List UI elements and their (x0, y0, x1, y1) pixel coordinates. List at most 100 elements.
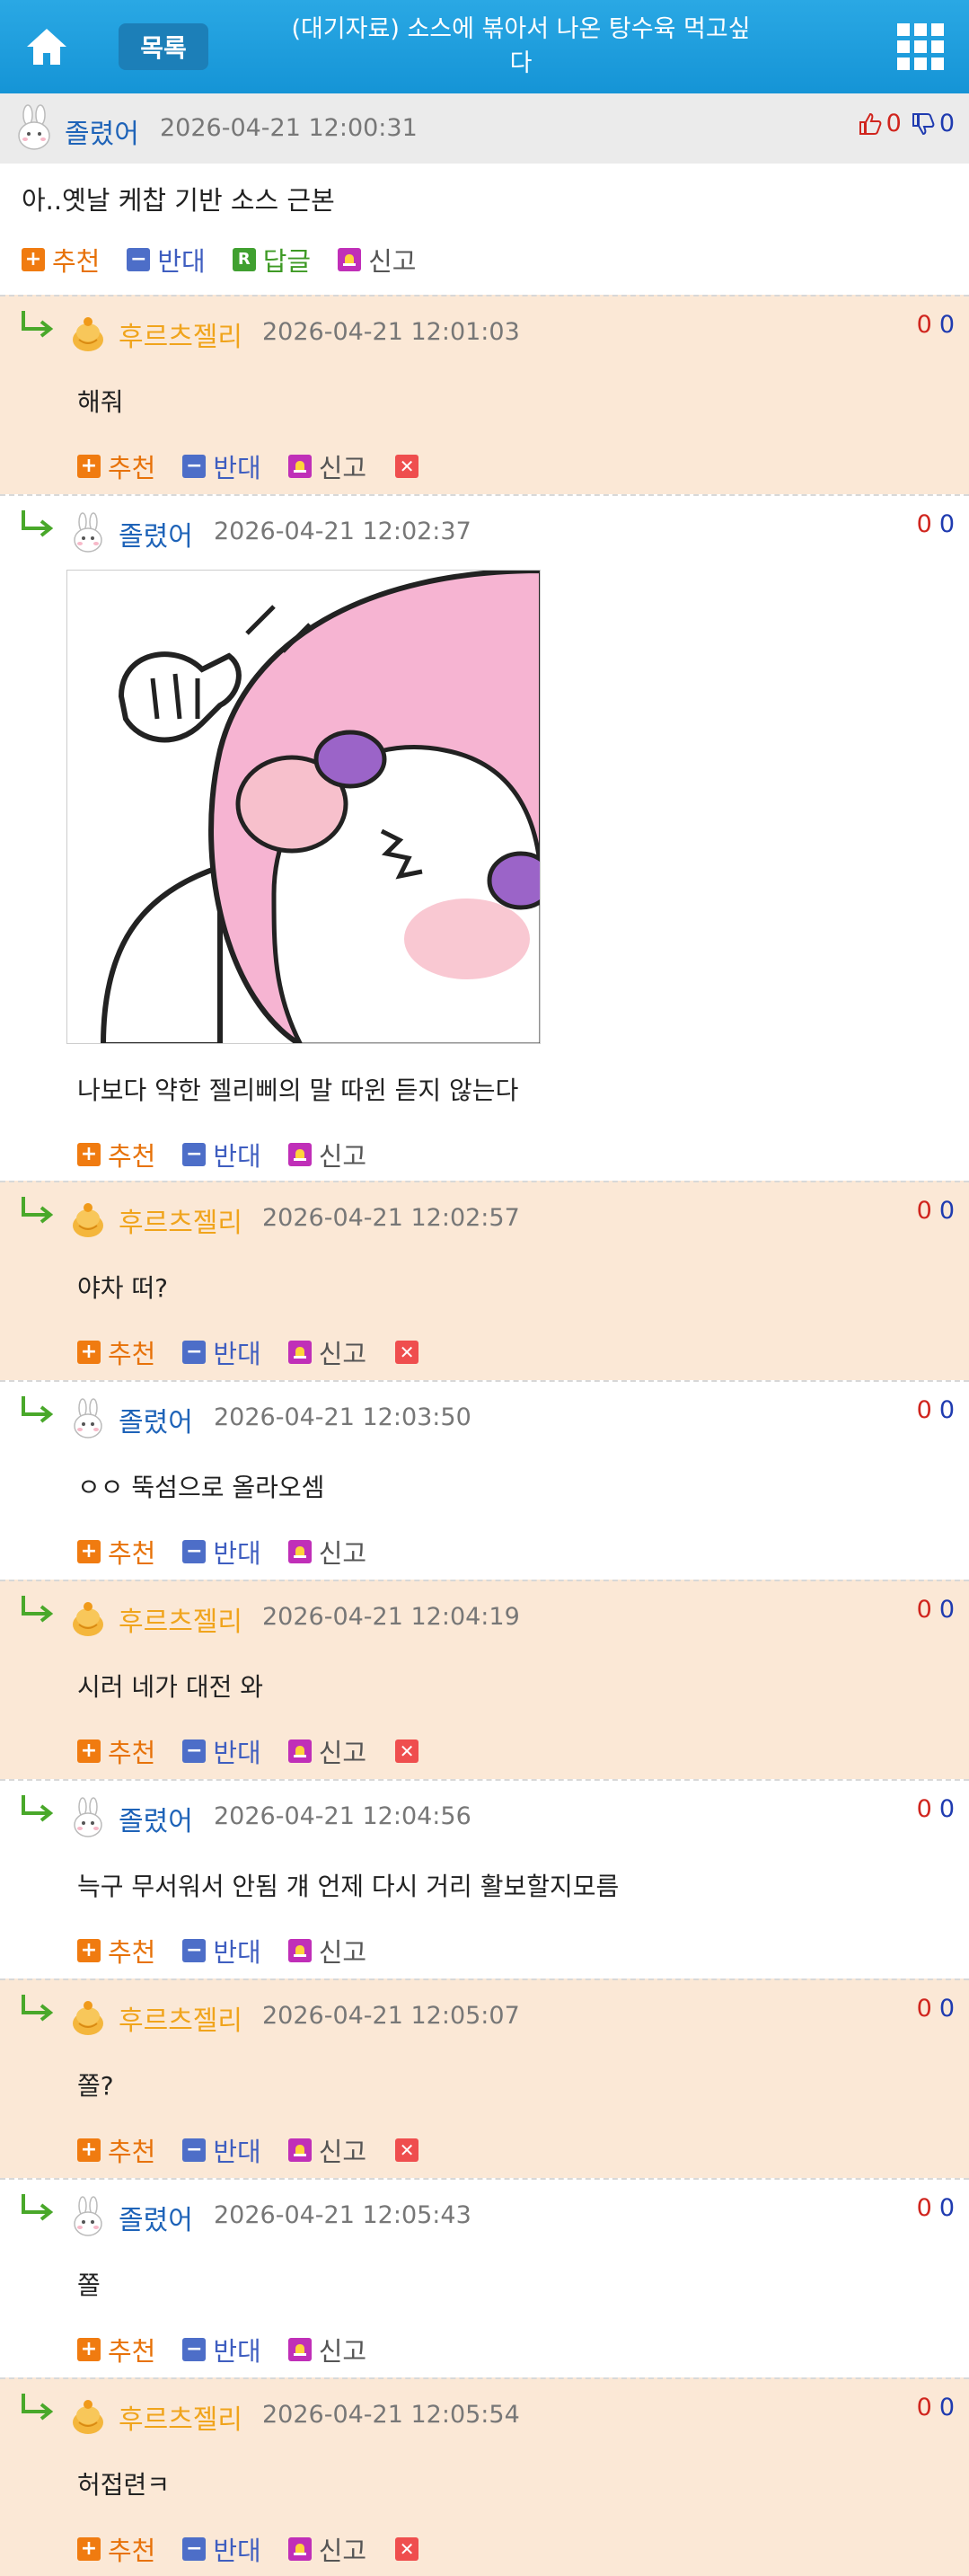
recommend-button[interactable]: + 추천 (77, 1932, 155, 1970)
comment-text: 시러 네가 대전 와 (77, 1672, 264, 1702)
comment-sticker (66, 570, 541, 1044)
oppose-button[interactable]: − 반대 (127, 241, 206, 279)
comment-down-count[interactable]: 0 (939, 2394, 955, 2421)
report-button[interactable]: 신고 (287, 1533, 366, 1571)
bunny-avatar-icon (74, 2196, 102, 2236)
comment-up-count[interactable]: 0 (917, 1197, 932, 1225)
comment-item: 후르츠젤리 2026-04-21 12:01:03 00 해줘 + 추천 − 반… (0, 295, 969, 494)
report-button[interactable]: 신고 (287, 1333, 366, 1371)
comment-up-count[interactable]: 0 (917, 2394, 932, 2421)
recommend-button[interactable]: + 추천 (77, 1732, 155, 1770)
recommend-button[interactable]: + 추천 (77, 2331, 155, 2368)
report-icon (287, 2537, 312, 2561)
recommend-button[interactable]: + 추천 (77, 2530, 155, 2568)
jelly-avatar-icon (73, 1602, 103, 1636)
comment-nickname[interactable]: 후르츠젤리 (119, 1599, 242, 1639)
recommend-button[interactable]: + 추천 (77, 1533, 155, 1571)
comment-up-count[interactable]: 0 (917, 1396, 932, 1424)
comment-up-count[interactable]: 0 (917, 1795, 932, 1823)
comment-down-count[interactable]: 0 (939, 510, 955, 538)
oppose-button[interactable]: − 반대 (182, 1732, 261, 1770)
recommend-button[interactable]: + 추천 (77, 1333, 155, 1371)
comment-time: 2026-04-21 12:05:43 (214, 2201, 471, 2229)
thumbs-down-icon[interactable] (911, 111, 936, 137)
oppose-button[interactable]: − 반대 (182, 1136, 261, 1173)
comment-item: 졸렸어 2026-04-21 12:03:50 00 ㅇㅇ 뚝섬으로 올라오셈 … (0, 1380, 969, 1580)
oppose-button[interactable]: − 반대 (182, 2331, 261, 2368)
home-icon[interactable] (23, 23, 70, 70)
comment-item: 후르츠젤리 2026-04-21 12:02:57 00 야차 떠? + 추천 … (0, 1181, 969, 1380)
comment-nickname[interactable]: 후르츠젤리 (119, 1998, 242, 2038)
comment-up-count[interactable]: 0 (917, 1596, 932, 1624)
oppose-button[interactable]: − 반대 (182, 1333, 261, 1371)
report-button[interactable]: 신고 (287, 1732, 366, 1770)
comment-nickname[interactable]: 졸렸어 (119, 514, 193, 553)
report-button[interactable]: 신고 (338, 241, 417, 279)
recommend-button[interactable]: + 추천 (77, 1136, 155, 1173)
top-bar: 목록 (대기자료) 소스에 볶아서 나온 탕수육 먹고싶 다 (0, 0, 969, 93)
post-text: 아..옛날 케찹 기반 소스 근본 (22, 185, 335, 216)
oppose-button[interactable]: − 반대 (182, 1533, 261, 1571)
comment-nickname[interactable]: 졸렸어 (119, 2198, 193, 2237)
delete-icon[interactable]: ✕ (395, 1341, 419, 1364)
report-button[interactable]: 신고 (287, 1932, 366, 1970)
delete-icon[interactable]: ✕ (395, 455, 419, 478)
comment-text: 쫄 (77, 2271, 101, 2300)
oppose-button[interactable]: − 반대 (182, 1932, 261, 1970)
list-button[interactable]: 목록 (119, 23, 208, 70)
comment-nickname[interactable]: 후르츠젤리 (119, 314, 242, 354)
comment-nickname[interactable]: 졸렸어 (119, 1799, 193, 1838)
recommend-button[interactable]: + 추천 (22, 241, 100, 279)
comment-nickname[interactable]: 후르츠젤리 (119, 1200, 242, 1240)
comment-time: 2026-04-21 12:03:50 (214, 1403, 471, 1431)
delete-icon[interactable]: ✕ (395, 2138, 419, 2162)
comment-votes: 00 (917, 2394, 955, 2421)
comment-votes: 00 (917, 510, 955, 538)
author-nickname[interactable]: 졸렸어 (65, 111, 139, 151)
reply-arrow-icon (22, 2394, 54, 2421)
comment-down-count[interactable]: 0 (939, 311, 955, 339)
comment-down-count[interactable]: 0 (939, 1396, 955, 1424)
oppose-button[interactable]: − 반대 (182, 2530, 261, 2568)
comment-up-count[interactable]: 0 (917, 510, 932, 538)
report-button[interactable]: 신고 (287, 2331, 366, 2368)
reply-button[interactable]: R 답글 (232, 241, 311, 279)
minus-icon: − (182, 2537, 207, 2561)
comment-down-count[interactable]: 0 (939, 1596, 955, 1624)
comment-down-count[interactable]: 0 (939, 1795, 955, 1823)
thumbs-up-icon[interactable] (858, 111, 883, 137)
recommend-button[interactable]: + 추천 (77, 2131, 155, 2169)
post-title: (대기자료) 소스에 볶아서 나온 탕수육 먹고싶 다 (291, 15, 751, 77)
comment-time: 2026-04-21 12:02:57 (262, 1204, 520, 1232)
report-icon (287, 1739, 312, 1763)
delete-icon[interactable]: ✕ (395, 1739, 419, 1763)
comment-up-count[interactable]: 0 (917, 1995, 932, 2023)
comment-down-count[interactable]: 0 (939, 2194, 955, 2222)
comment-nickname[interactable]: 후르츠젤리 (119, 2397, 242, 2437)
bunny-avatar-icon (74, 1797, 102, 1837)
recommend-button[interactable]: + 추천 (77, 447, 155, 485)
comment-nickname[interactable]: 졸렸어 (119, 1400, 193, 1439)
reply-icon: R (232, 248, 256, 271)
comment-down-count[interactable]: 0 (939, 1995, 955, 2023)
menu-grid-icon[interactable] (895, 22, 946, 72)
plus-icon: + (77, 1739, 101, 1763)
comment-down-count[interactable]: 0 (939, 1197, 955, 1225)
comment-time: 2026-04-21 12:04:19 (262, 1603, 520, 1631)
oppose-button[interactable]: − 반대 (182, 2131, 261, 2169)
report-button[interactable]: 신고 (287, 447, 366, 485)
report-icon (287, 455, 312, 478)
report-button[interactable]: 신고 (287, 2530, 366, 2568)
comment-text: 해줘 (77, 387, 124, 417)
comment-actions: + 추천 − 반대 신고 ✕ (77, 2131, 419, 2169)
report-button[interactable]: 신고 (287, 2131, 366, 2169)
report-icon (338, 248, 362, 271)
comment-up-count[interactable]: 0 (917, 311, 932, 339)
comment-text: 늑구 무서워서 안됨 걔 언제 다시 거리 활보할지모름 (77, 1872, 620, 1901)
delete-icon[interactable]: ✕ (395, 2537, 419, 2561)
report-button[interactable]: 신고 (287, 1136, 366, 1173)
oppose-button[interactable]: − 반대 (182, 447, 261, 485)
post-votes: 0 0 (858, 110, 955, 137)
comment-up-count[interactable]: 0 (917, 2194, 932, 2222)
comment-text: 쫄? (77, 2071, 114, 2101)
